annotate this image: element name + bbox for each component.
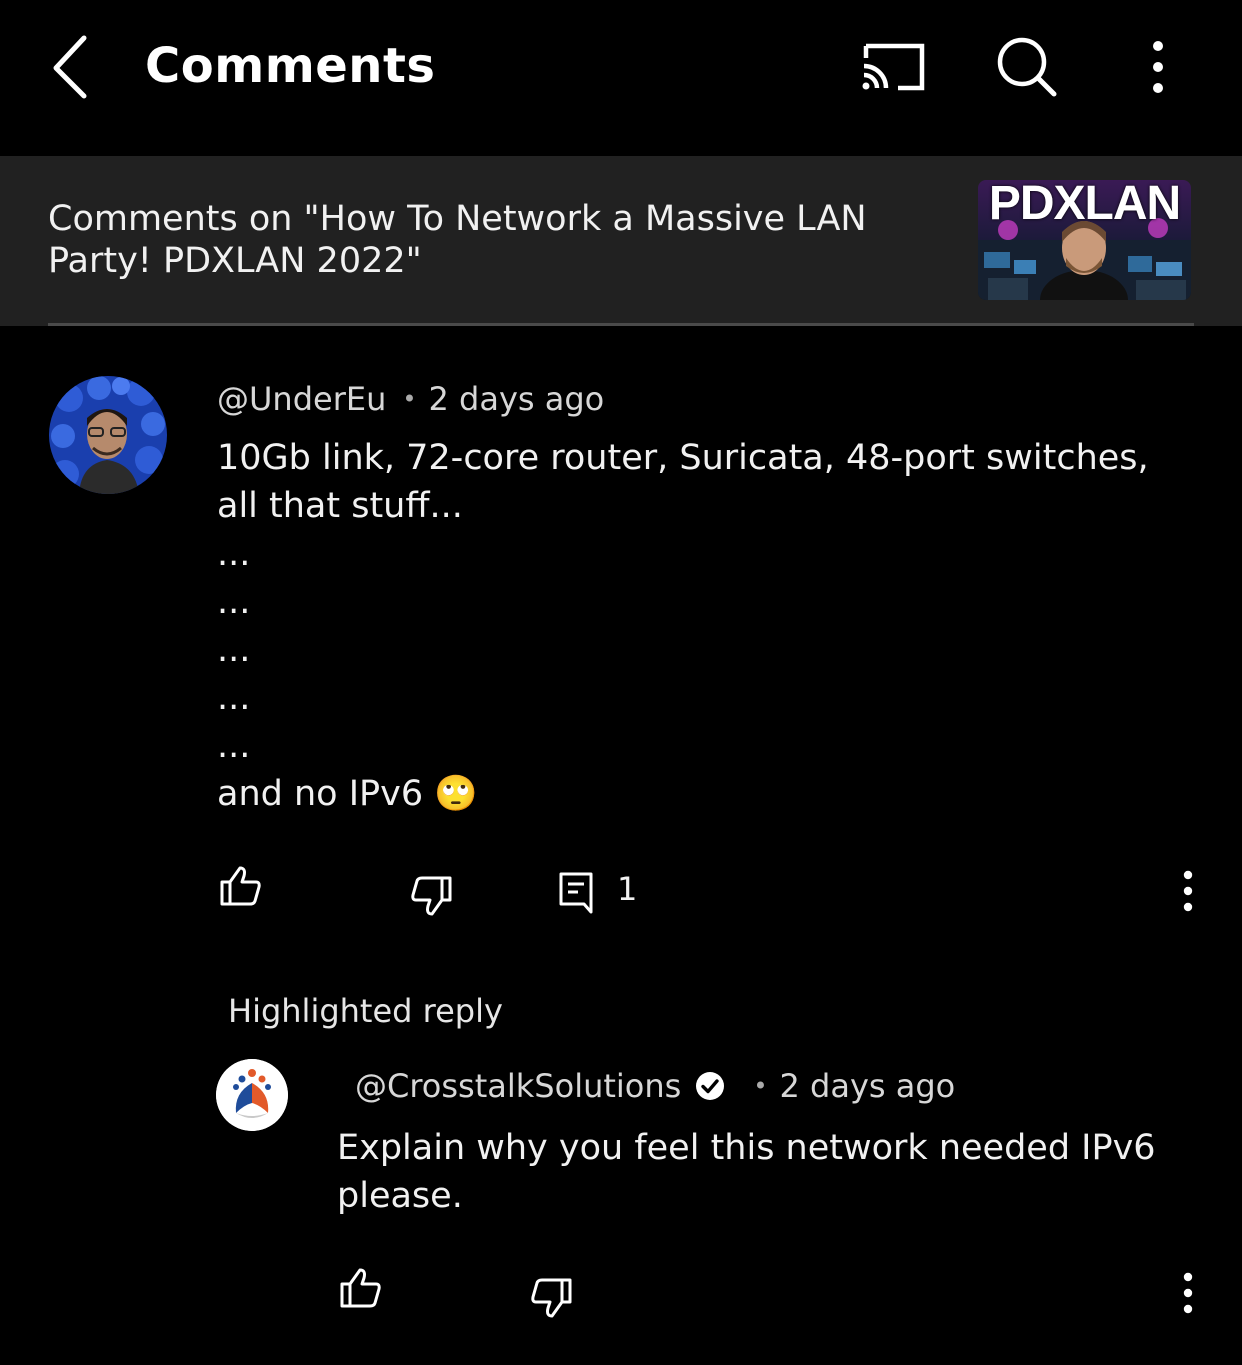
user-avatar-image: [49, 376, 167, 494]
comment-more-button[interactable]: [1170, 866, 1206, 916]
cast-icon: [862, 43, 925, 91]
thumbs-up-icon: [340, 1268, 381, 1308]
cast-button[interactable]: [858, 36, 930, 98]
more-options-button[interactable]: [1130, 32, 1186, 104]
comment-line: ...: [217, 630, 251, 670]
comment-line: and no IPv6 🙄: [217, 774, 478, 814]
search-icon: [997, 37, 1057, 97]
reply-time: 2 days ago: [779, 1067, 956, 1105]
comment-line: ...: [217, 726, 251, 766]
thumbs-down-icon: [531, 1278, 572, 1318]
reply-dislike-button[interactable]: [528, 1274, 576, 1322]
thumbnail-title: PDXLAN: [988, 180, 1181, 230]
separator-dot: •: [402, 385, 417, 413]
reply-button[interactable]: [556, 868, 600, 916]
dislike-button[interactable]: [408, 872, 456, 920]
avatar[interactable]: [49, 376, 167, 494]
reply-meta: @CrosstalkSolutions • 2 days ago: [355, 1067, 955, 1105]
highlighted-reply-label: Highlighted reply: [228, 992, 503, 1030]
comment-time: 2 days ago: [428, 380, 605, 418]
comment-line: 10Gb link, 72-core router, Suricata, 48-…: [217, 438, 1149, 526]
thumbs-down-icon: [411, 876, 452, 916]
back-arrow-icon: [53, 35, 87, 99]
video-thumbnail[interactable]: PDXLAN: [978, 180, 1191, 300]
more-vertical-icon: [1183, 870, 1193, 912]
like-button[interactable]: [216, 862, 264, 910]
crosstalk-logo-icon: [216, 1059, 288, 1131]
more-vertical-icon: [1153, 41, 1163, 93]
comment-line: ...: [217, 678, 251, 718]
reply-author[interactable]: @CrosstalkSolutions: [355, 1067, 681, 1105]
reply-avatar[interactable]: [216, 1059, 288, 1131]
page-title: Comments: [145, 38, 436, 94]
reply-like-button[interactable]: [336, 1264, 384, 1312]
separator-dot: •: [753, 1072, 768, 1100]
comment-text: 10Gb link, 72-core router, Suricata, 48-…: [217, 434, 1197, 818]
search-button[interactable]: [992, 32, 1064, 104]
thumbs-up-icon: [220, 866, 261, 906]
video-title: Comments on "How To Network a Massive LA…: [48, 199, 867, 281]
more-vertical-icon: [1183, 1272, 1193, 1314]
comment-icon: [559, 872, 593, 914]
reply-more-button[interactable]: [1170, 1268, 1206, 1318]
verified-check-icon: [696, 1072, 725, 1100]
comment-meta: @UnderEu • 2 days ago: [217, 380, 604, 418]
reply-count[interactable]: 1: [617, 870, 637, 908]
comment-line: ...: [217, 534, 251, 574]
comment-line: ...: [217, 582, 251, 622]
divider: [48, 323, 1194, 326]
reply-text: Explain why you feel this network needed…: [337, 1128, 1156, 1216]
comment-author[interactable]: @UnderEu: [217, 380, 386, 418]
back-button[interactable]: [40, 28, 110, 108]
